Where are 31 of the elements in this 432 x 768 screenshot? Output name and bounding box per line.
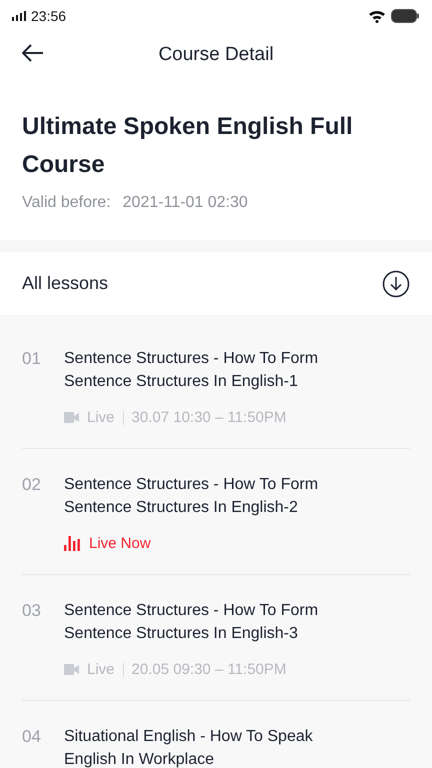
lesson-status: Live [87,661,115,678]
battery-icon [391,9,420,23]
lesson-title: Sentence Structures - How To Form Sentence Structures In English-2 [64,475,320,518]
lesson-item[interactable]: 02 Sentence Structures - How To Form Sentence Structures In English-2 Live Now [22,449,410,575]
lesson-number: 01 [22,348,42,370]
live-bars-icon [64,536,81,551]
lesson-number: 02 [22,474,42,496]
valid-label: Valid before: [22,194,111,212]
video-camera-icon [64,664,79,675]
status-time: 23:56 [31,8,66,24]
wifi-icon [368,9,386,23]
lessons-heading: All lessons [22,273,108,294]
lesson-time: 30.07 10:30 – 11:50PM [132,409,286,426]
lesson-number: 04 [22,726,42,748]
lesson-item[interactable]: 04 Situational English - How To Speak English In Workplace [22,701,410,768]
signal-icon [12,11,26,21]
video-camera-icon [64,412,79,423]
lesson-time: 20.05 09:30 – 11:50PM [132,661,286,678]
lesson-title: Situational English - How To Speak English In Workplace [64,727,314,768]
lesson-item[interactable]: 03 Sentence Structures - How To Form Sentence Structures In English-3 Live 20.05 09:30 – 11:50PM [22,575,410,701]
download-button[interactable] [382,270,410,298]
header-title: Course Detail [158,44,274,66]
back-button[interactable] [22,44,44,62]
valid-date: 2021-11-01 02:30 [122,194,248,212]
lesson-item[interactable]: 01 Sentence Structures - How To Form Sentence Structures In English-1 Live 30.07 10:30 – 11:50PM [22,323,410,449]
lesson-title: Sentence Structures - How To Form Sentence Structures In English-3 [64,601,320,644]
lesson-status: Live [87,409,115,426]
lesson-title: Sentence Structures - How To Form Sentence Structures In English-1 [64,349,320,392]
lesson-number: 03 [22,600,42,622]
lesson-status: Live Now [89,535,151,552]
course-title: Ultimate Spoken English Full Course [22,112,354,180]
